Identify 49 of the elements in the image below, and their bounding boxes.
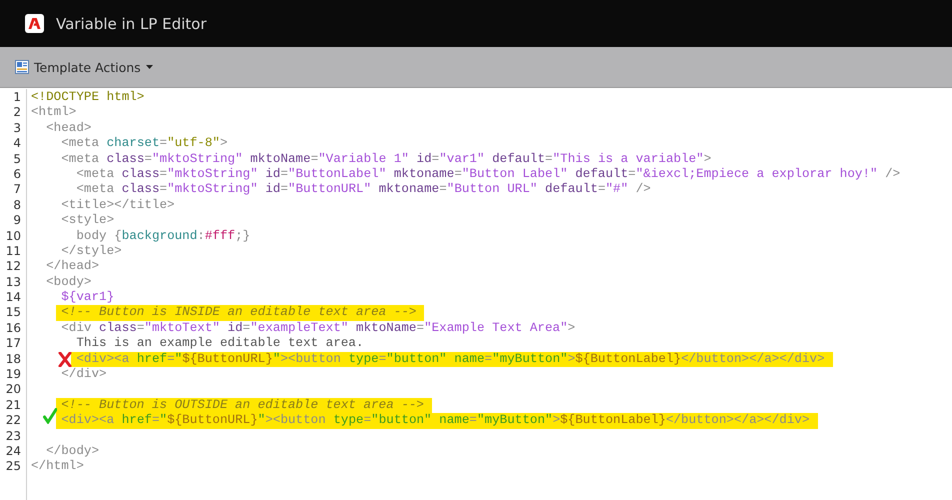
window-title: Variable in LP Editor bbox=[56, 14, 207, 32]
line-number: 24 bbox=[4, 444, 22, 460]
line-number: 2 bbox=[12, 105, 22, 121]
template-icon bbox=[15, 60, 29, 74]
line-number: 25 bbox=[4, 459, 22, 475]
code-line: </body> bbox=[46, 444, 100, 460]
line-number: 12 bbox=[4, 259, 22, 275]
template-actions-menu[interactable]: Template Actions bbox=[15, 58, 153, 76]
code-line: This is an example editable text area. bbox=[76, 336, 364, 352]
code-line: body {background:#fff;} bbox=[76, 228, 250, 244]
code-line: <title></title> bbox=[61, 198, 175, 214]
code-line: </style> bbox=[61, 244, 122, 260]
line-number: 21 bbox=[4, 398, 22, 414]
code-line: </head> bbox=[46, 259, 100, 275]
line-number: 5 bbox=[12, 152, 22, 167]
code-line: <body> bbox=[46, 274, 92, 290]
line-number: 15 bbox=[4, 305, 22, 321]
line-number: 22 bbox=[4, 413, 22, 429]
line-number: 11 bbox=[4, 244, 22, 260]
line-number: 13 bbox=[4, 274, 22, 290]
code-line: <html> bbox=[31, 105, 76, 121]
code-line: <meta charset="utf-8"> bbox=[61, 136, 228, 152]
code-line: <head> bbox=[46, 120, 92, 136]
line-number: 20 bbox=[4, 382, 22, 398]
line-number: 9 bbox=[12, 213, 22, 229]
line-number: 3 bbox=[12, 120, 22, 136]
line-number: 7 bbox=[12, 182, 22, 198]
line-number: 1 bbox=[12, 90, 22, 106]
line-number: 6 bbox=[12, 166, 22, 182]
code-line: </html> bbox=[31, 459, 84, 475]
code-line: <div class="mktoText" id="exampleText" mktoName="Example Text Area"> bbox=[61, 320, 576, 336]
line-number: 10 bbox=[4, 228, 22, 244]
line-number: 23 bbox=[4, 428, 22, 444]
caret-icon bbox=[146, 65, 153, 69]
line-number: 14 bbox=[4, 290, 22, 306]
line-number: 16 bbox=[4, 320, 22, 336]
line-number: 4 bbox=[12, 136, 22, 152]
code-line: </div> bbox=[61, 367, 107, 382]
line-number: 18 bbox=[4, 352, 22, 368]
code-line: ${var1} bbox=[61, 290, 114, 306]
line-number: 17 bbox=[4, 336, 22, 352]
code-line: <!DOCTYPE html> bbox=[31, 90, 144, 106]
line-number: 8 bbox=[12, 198, 22, 214]
code-line: <meta class="mktoString" id="ButtonLabel" mktoname="Button Label" default="&iexcl;Empiece a explorar hoy!" /> bbox=[76, 166, 900, 182]
code-line: <meta class="mktoString" mktoName="Variable 1" id="var1" default="This is a variable"> bbox=[61, 152, 712, 167]
line-number: 19 bbox=[4, 367, 22, 382]
code-line: <meta class="mktoString" id="ButtonURL" mktoname="Button URL" default="#" /> bbox=[76, 182, 651, 198]
code-line: <style> bbox=[61, 213, 114, 229]
app-logo-icon bbox=[25, 14, 44, 33]
